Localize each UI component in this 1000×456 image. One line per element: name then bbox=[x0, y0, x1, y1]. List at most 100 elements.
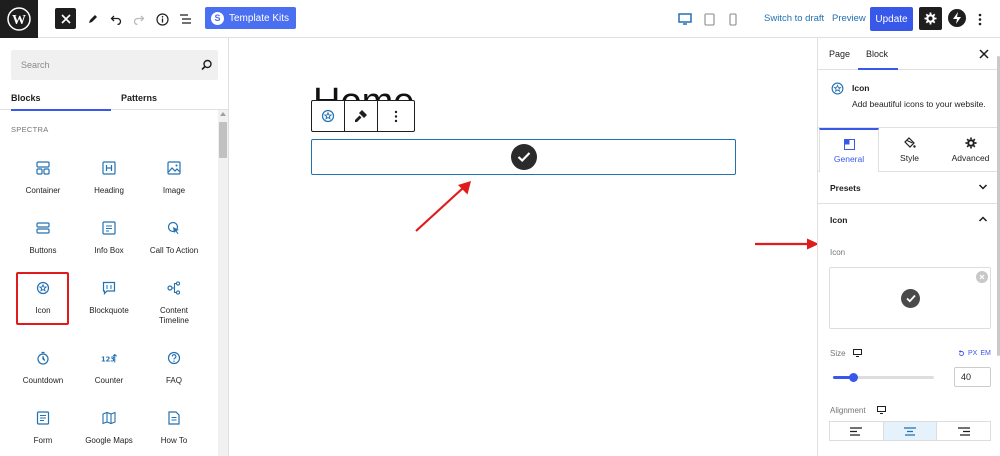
icon-panel-toggle[interactable]: Icon bbox=[818, 204, 1000, 236]
list-view-button[interactable] bbox=[178, 7, 192, 31]
tools-button[interactable] bbox=[86, 7, 100, 31]
block-type-button[interactable] bbox=[312, 101, 345, 131]
editor-canvas: Home bbox=[229, 38, 819, 456]
details-button[interactable] bbox=[155, 7, 169, 31]
svg-text:W: W bbox=[12, 13, 26, 28]
desktop-preview-button[interactable] bbox=[677, 7, 693, 31]
scroll-up-arrow-icon[interactable] bbox=[220, 112, 226, 116]
call-to-action-icon bbox=[166, 220, 182, 236]
copy-style-button[interactable] bbox=[345, 101, 378, 131]
size-input[interactable] bbox=[954, 367, 991, 387]
more-vertical-icon bbox=[978, 13, 982, 25]
buttons-icon bbox=[35, 220, 51, 236]
icon-block-icon bbox=[831, 82, 844, 95]
check-circle-icon bbox=[901, 289, 920, 308]
tab-patterns[interactable]: Patterns bbox=[121, 86, 157, 110]
close-icon bbox=[60, 13, 71, 24]
block-inserter-panel: Blocks Patterns SPECTRA Container Headin… bbox=[0, 38, 229, 456]
tab-block[interactable]: Block bbox=[857, 49, 899, 70]
block-card-description: Add beautiful icons to your website. bbox=[852, 99, 986, 109]
align-right-button[interactable] bbox=[937, 422, 990, 440]
close-inserter-button[interactable] bbox=[55, 8, 76, 29]
wordpress-logo-icon[interactable]: W bbox=[0, 0, 38, 38]
block-item-icon[interactable]: Icon bbox=[12, 276, 74, 328]
size-slider[interactable] bbox=[833, 373, 934, 382]
block-item-buttons[interactable]: Buttons bbox=[12, 216, 74, 268]
block-item-label: FAQ bbox=[165, 376, 182, 385]
undo-button[interactable] bbox=[109, 7, 123, 31]
selected-icon-block[interactable] bbox=[311, 139, 736, 175]
options-menu-button[interactable] bbox=[974, 7, 986, 31]
tablet-preview-button[interactable] bbox=[702, 7, 716, 31]
block-item-info-box[interactable]: Info Box bbox=[78, 216, 140, 268]
block-item-image[interactable]: Image bbox=[143, 156, 205, 208]
template-kits-button[interactable]: S Template Kits bbox=[205, 7, 297, 29]
block-item-label: Call To Action bbox=[149, 246, 199, 255]
block-item-heading[interactable]: Heading bbox=[78, 156, 140, 208]
how-to-icon bbox=[166, 410, 182, 426]
preview-button[interactable]: Preview bbox=[832, 13, 866, 24]
block-item-form[interactable]: Form bbox=[12, 406, 74, 456]
block-item-countdown[interactable]: Countdown bbox=[12, 346, 74, 398]
presets-panel-toggle[interactable]: Presets bbox=[818, 172, 1000, 204]
align-center-icon bbox=[904, 426, 916, 436]
settings-sidebar: Page Block Icon Add beautiful icons to y… bbox=[817, 38, 1000, 456]
counter-icon: 123 bbox=[101, 350, 117, 366]
reset-icon[interactable] bbox=[958, 350, 965, 357]
align-center-button[interactable] bbox=[883, 422, 938, 440]
tab-style[interactable]: Style bbox=[879, 128, 940, 172]
gear-icon bbox=[964, 137, 977, 149]
close-icon[interactable] bbox=[978, 48, 990, 60]
icon-section-label: Icon bbox=[830, 215, 848, 225]
block-toolbar bbox=[311, 100, 415, 132]
block-item-counter[interactable]: 123 Counter bbox=[78, 346, 140, 398]
pencil-icon bbox=[89, 15, 97, 23]
mobile-preview-button[interactable] bbox=[726, 7, 740, 31]
block-item-blockquote[interactable]: Blockquote bbox=[78, 276, 140, 328]
block-options-button[interactable] bbox=[378, 101, 414, 131]
settings-button[interactable] bbox=[919, 7, 942, 30]
inserter-scrollbar[interactable] bbox=[218, 110, 228, 456]
tab-advanced[interactable]: Advanced bbox=[940, 128, 1000, 172]
heading-icon bbox=[101, 160, 117, 176]
icon-block-icon bbox=[35, 280, 51, 296]
blockquote-icon bbox=[101, 280, 117, 296]
block-item-label: Content Timeline bbox=[159, 306, 189, 325]
spectra-button[interactable] bbox=[948, 9, 966, 27]
svg-text:123: 123 bbox=[101, 356, 115, 364]
template-kits-label: Template Kits bbox=[229, 12, 290, 24]
desktop-icon[interactable] bbox=[853, 349, 862, 357]
form-icon bbox=[35, 410, 51, 426]
list-view-icon bbox=[179, 14, 191, 24]
unit-em[interactable]: EM bbox=[980, 350, 991, 357]
tab-blocks[interactable]: Blocks bbox=[11, 86, 110, 111]
block-item-container[interactable]: Container bbox=[12, 156, 74, 208]
search-input[interactable] bbox=[11, 50, 191, 80]
block-item-call-to-action[interactable]: Call To Action bbox=[143, 216, 205, 268]
clear-icon-button[interactable] bbox=[976, 271, 988, 283]
search-icon[interactable] bbox=[200, 58, 214, 72]
size-slider-thumb[interactable] bbox=[849, 373, 859, 382]
block-item-label: Info Box bbox=[94, 246, 124, 255]
update-button[interactable]: Update bbox=[870, 7, 913, 31]
switch-to-draft-button[interactable]: Switch to draft bbox=[764, 13, 824, 24]
block-item-content-timeline[interactable]: Content Timeline bbox=[143, 276, 205, 328]
unit-px[interactable]: PX bbox=[968, 350, 977, 357]
block-item-label: Blockquote bbox=[89, 306, 129, 315]
block-card-title: Icon bbox=[852, 83, 870, 93]
tab-page[interactable]: Page bbox=[829, 49, 850, 59]
align-right-icon bbox=[957, 426, 970, 436]
redo-button[interactable] bbox=[132, 7, 146, 31]
desktop-icon[interactable] bbox=[877, 406, 886, 414]
block-item-faq[interactable]: FAQ bbox=[143, 346, 205, 398]
scrollbar-thumb[interactable] bbox=[219, 122, 227, 158]
align-left-button[interactable] bbox=[830, 422, 884, 440]
google-maps-icon bbox=[101, 410, 117, 426]
tab-general[interactable]: General bbox=[819, 128, 879, 172]
block-item-google-maps[interactable]: Google Maps bbox=[78, 406, 140, 456]
block-item-label: How To bbox=[160, 436, 188, 445]
size-units: PX EM bbox=[958, 350, 991, 357]
icon-picker[interactable] bbox=[829, 267, 991, 329]
block-item-how-to[interactable]: How To bbox=[143, 406, 205, 456]
tablet-icon bbox=[703, 12, 715, 26]
